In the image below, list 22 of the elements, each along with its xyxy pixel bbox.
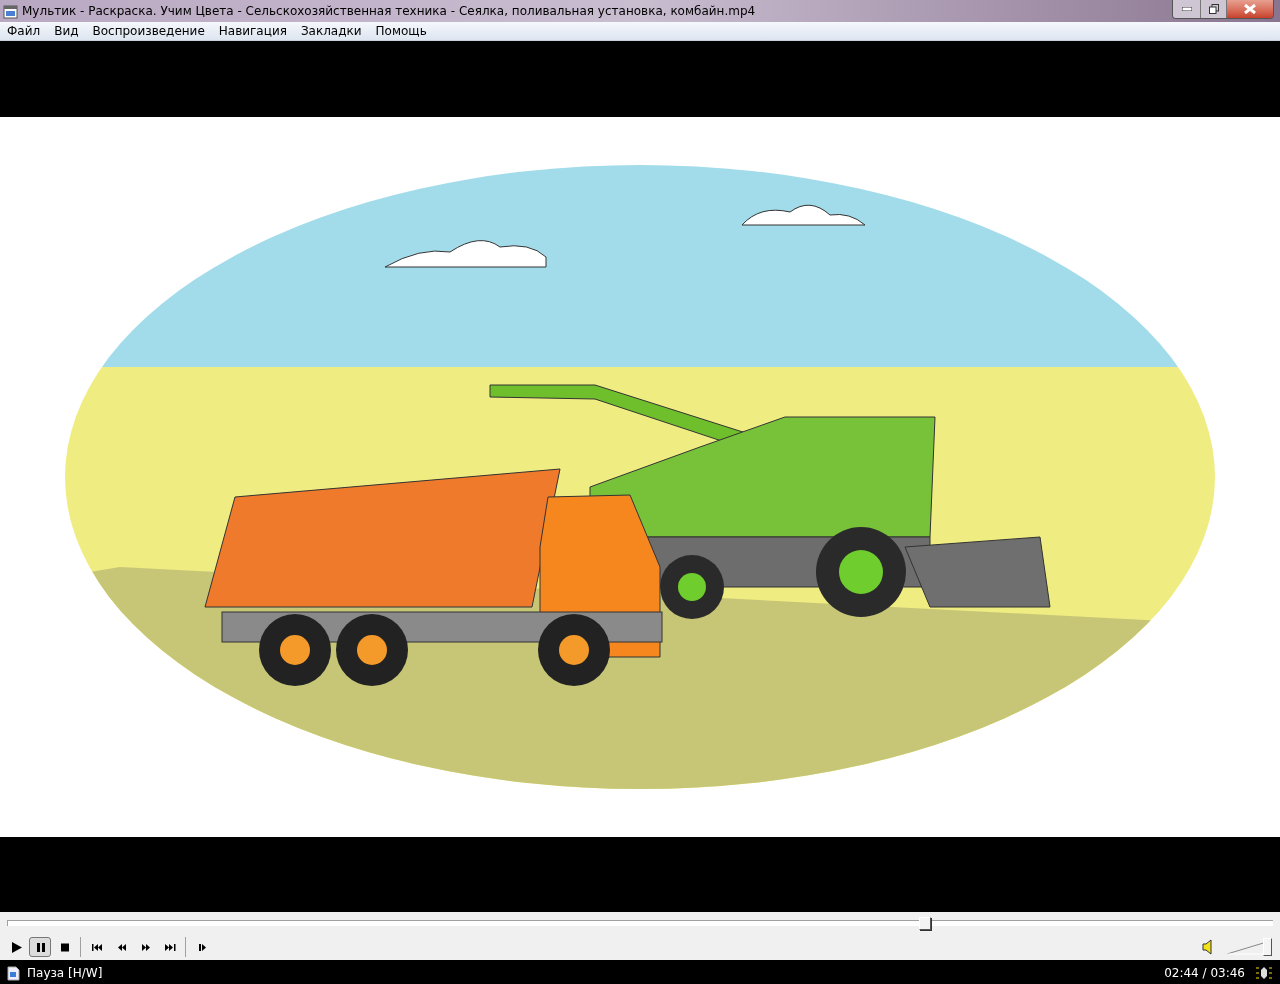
menu-item[interactable]: Помощь [375,22,427,40]
close-icon [1244,4,1256,14]
pause-button[interactable] [29,937,51,957]
menu-item[interactable]: Вид [54,22,79,40]
minimize-button[interactable] [1173,0,1201,18]
play-icon [9,940,23,954]
file-icon [7,965,20,981]
menu-item[interactable]: Файл [7,22,41,40]
menu-item[interactable]: Навигация [218,22,287,40]
menu-item[interactable]: Закладки [300,22,362,40]
close-button[interactable] [1227,0,1273,18]
volume-slider[interactable] [1226,938,1272,956]
time-display: 02:44 / 03:46 [1164,965,1245,982]
volume-handle[interactable] [1263,938,1272,956]
status-text: Пауза [H/W] [27,965,103,982]
seek-handle[interactable] [919,917,932,930]
menu-item[interactable]: Воспроизведение [92,22,205,40]
window-title: Мультик - Раскраска. Учим Цвета - Сельскохозяйственная техника - Сеялка, поливальная установка, комбайн.mp4 [22,3,756,20]
app-icon [3,3,18,19]
minimize-icon [1181,7,1192,11]
restore-icon [1208,4,1219,14]
restore-button[interactable] [1201,0,1227,18]
